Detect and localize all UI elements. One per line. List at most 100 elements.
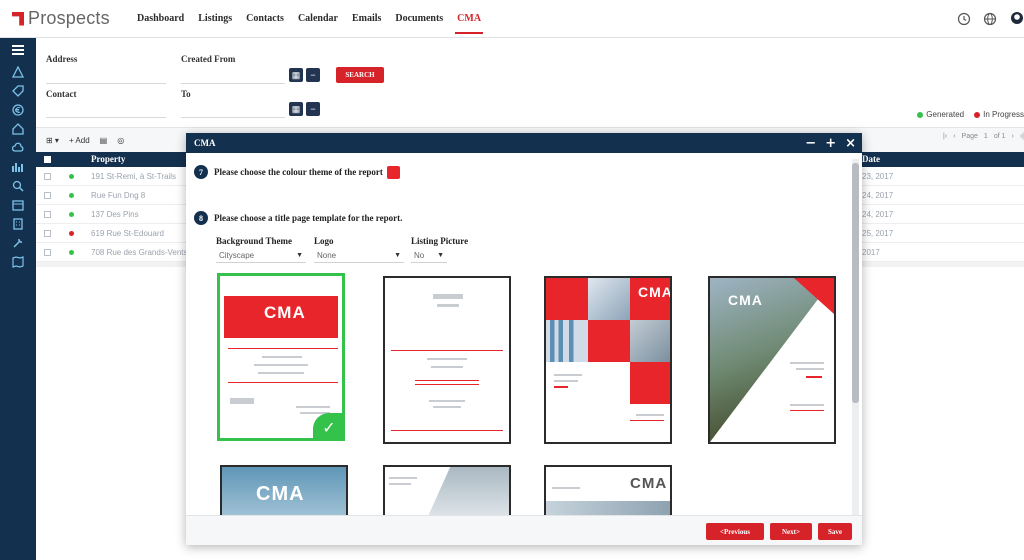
minimize-icon[interactable]: −: [805, 136, 816, 151]
text-line: [552, 487, 580, 489]
placeholder-block: [433, 294, 463, 299]
row-date: 25, 2017: [862, 229, 894, 238]
red-block: [588, 320, 630, 362]
previous-button[interactable]: <Previous: [706, 523, 764, 540]
row-date: 2017: [862, 248, 880, 257]
rule: [391, 350, 503, 351]
cloud-icon[interactable]: [0, 138, 36, 157]
modal-scrollbar[interactable]: [852, 159, 859, 515]
row-checkbox[interactable]: [44, 211, 51, 218]
row-checkbox[interactable]: [44, 192, 51, 199]
calendar-picker-icon[interactable]: ▦: [289, 68, 303, 82]
nav-listings[interactable]: Listings: [191, 0, 239, 38]
header-icons: [946, 0, 1024, 38]
clear-date-icon[interactable]: −: [306, 102, 320, 116]
search-button[interactable]: SEARCH: [336, 67, 384, 83]
nav-contacts[interactable]: Contacts: [239, 0, 291, 38]
map-icon[interactable]: [0, 252, 36, 271]
row-checkbox[interactable]: [44, 230, 51, 237]
calendar-icon[interactable]: [0, 195, 36, 214]
next-button[interactable]: Next>: [770, 523, 812, 540]
col-property[interactable]: Property: [91, 154, 125, 164]
created-from-input[interactable]: [181, 68, 285, 84]
select-all-checkbox[interactable]: [44, 156, 51, 163]
modal-controls: − + ×: [796, 133, 856, 153]
modal-header: CMA − + ×: [186, 133, 862, 153]
logo-select[interactable]: None ▼: [314, 248, 404, 263]
row-address: Rue Fun Dng 8: [91, 191, 146, 200]
export-icon[interactable]: ▤: [100, 136, 108, 145]
step-colour-theme: 7 Please choose the colour theme of the …: [194, 165, 400, 179]
listing-picture-label: Listing Picture: [411, 236, 469, 246]
chevron-down-icon: ▼: [296, 251, 303, 259]
warning-icon[interactable]: [0, 62, 36, 81]
building-icon[interactable]: [0, 214, 36, 233]
nav-dashboard[interactable]: Dashboard: [130, 0, 191, 38]
to-date-input[interactable]: [181, 102, 285, 118]
template-card-2[interactable]: [383, 276, 511, 444]
scrollbar-thumb[interactable]: [852, 163, 859, 403]
save-button[interactable]: Save: [818, 523, 852, 540]
filter-panel: Address Contact Created From ▦ − SEARCH …: [36, 38, 1024, 128]
text-line: [433, 406, 461, 408]
prev-page-icon[interactable]: ‹: [953, 133, 955, 140]
home-icon[interactable]: [0, 119, 36, 138]
nav-emails[interactable]: Emails: [345, 0, 388, 38]
user-icon[interactable]: [1008, 11, 1024, 27]
row-address: 708 Rue des Grands-Vents: [91, 248, 188, 257]
view-selector[interactable]: ⊞ ▾: [46, 136, 59, 145]
nav-calendar[interactable]: Calendar: [291, 0, 345, 38]
listing-picture-value: No: [414, 250, 425, 260]
chevron-down-icon: ▼: [437, 251, 444, 259]
rule: [228, 348, 338, 349]
contact-input[interactable]: [46, 102, 166, 118]
to-label: To: [181, 89, 191, 99]
close-icon[interactable]: ×: [845, 136, 856, 151]
maximize-icon[interactable]: +: [825, 136, 836, 151]
text-line: [431, 366, 463, 368]
text-line: [296, 406, 330, 408]
menu-icon[interactable]: [0, 38, 36, 62]
euro-icon[interactable]: [0, 100, 36, 119]
clock-icon[interactable]: [956, 11, 972, 27]
row-date: 24, 2017: [862, 191, 894, 200]
row-checkbox[interactable]: [44, 249, 51, 256]
tag-icon[interactable]: [0, 81, 36, 100]
template-card-1[interactable]: CMA ✓: [217, 273, 345, 441]
nav-cma[interactable]: CMA: [450, 0, 488, 38]
modal-title: CMA: [194, 138, 216, 148]
rule: [630, 420, 664, 421]
globe-icon[interactable]: [982, 11, 998, 27]
left-sidebar: [0, 38, 36, 560]
address-input[interactable]: [46, 68, 166, 84]
background-theme-select[interactable]: Cityscape ▼: [216, 248, 306, 263]
refresh-icon[interactable]: ◎: [117, 136, 124, 145]
address-label: Address: [46, 54, 78, 64]
page-input[interactable]: 1: [984, 133, 988, 140]
col-date[interactable]: Date: [862, 154, 880, 164]
clear-date-icon[interactable]: −: [306, 68, 320, 82]
next-page-icon[interactable]: ›: [1012, 133, 1014, 140]
nav-documents[interactable]: Documents: [388, 0, 450, 38]
app-logo[interactable]: Prospects: [0, 8, 122, 29]
last-page-icon[interactable]: ›|: [1020, 133, 1024, 140]
template-card-3[interactable]: CMA: [544, 276, 672, 444]
text-line: [262, 356, 302, 358]
colour-swatch[interactable]: [386, 165, 400, 179]
listing-picture-select[interactable]: No ▼: [411, 248, 447, 263]
first-page-icon[interactable]: |‹: [943, 133, 947, 140]
text-line: [636, 414, 664, 416]
text-line: [429, 400, 465, 402]
status-dot-icon: [69, 193, 74, 198]
row-checkbox[interactable]: [44, 173, 51, 180]
chart-icon[interactable]: [0, 157, 36, 176]
text-line: [554, 380, 578, 382]
row-date: 24, 2017: [862, 210, 894, 219]
add-button[interactable]: + Add: [69, 136, 90, 145]
rule: [554, 386, 568, 388]
calendar-picker-icon[interactable]: ▦: [289, 102, 303, 116]
search-icon[interactable]: [0, 176, 36, 195]
tools-icon[interactable]: [0, 233, 36, 252]
photo-block: [588, 278, 630, 320]
template-card-4[interactable]: CMA: [708, 276, 836, 444]
